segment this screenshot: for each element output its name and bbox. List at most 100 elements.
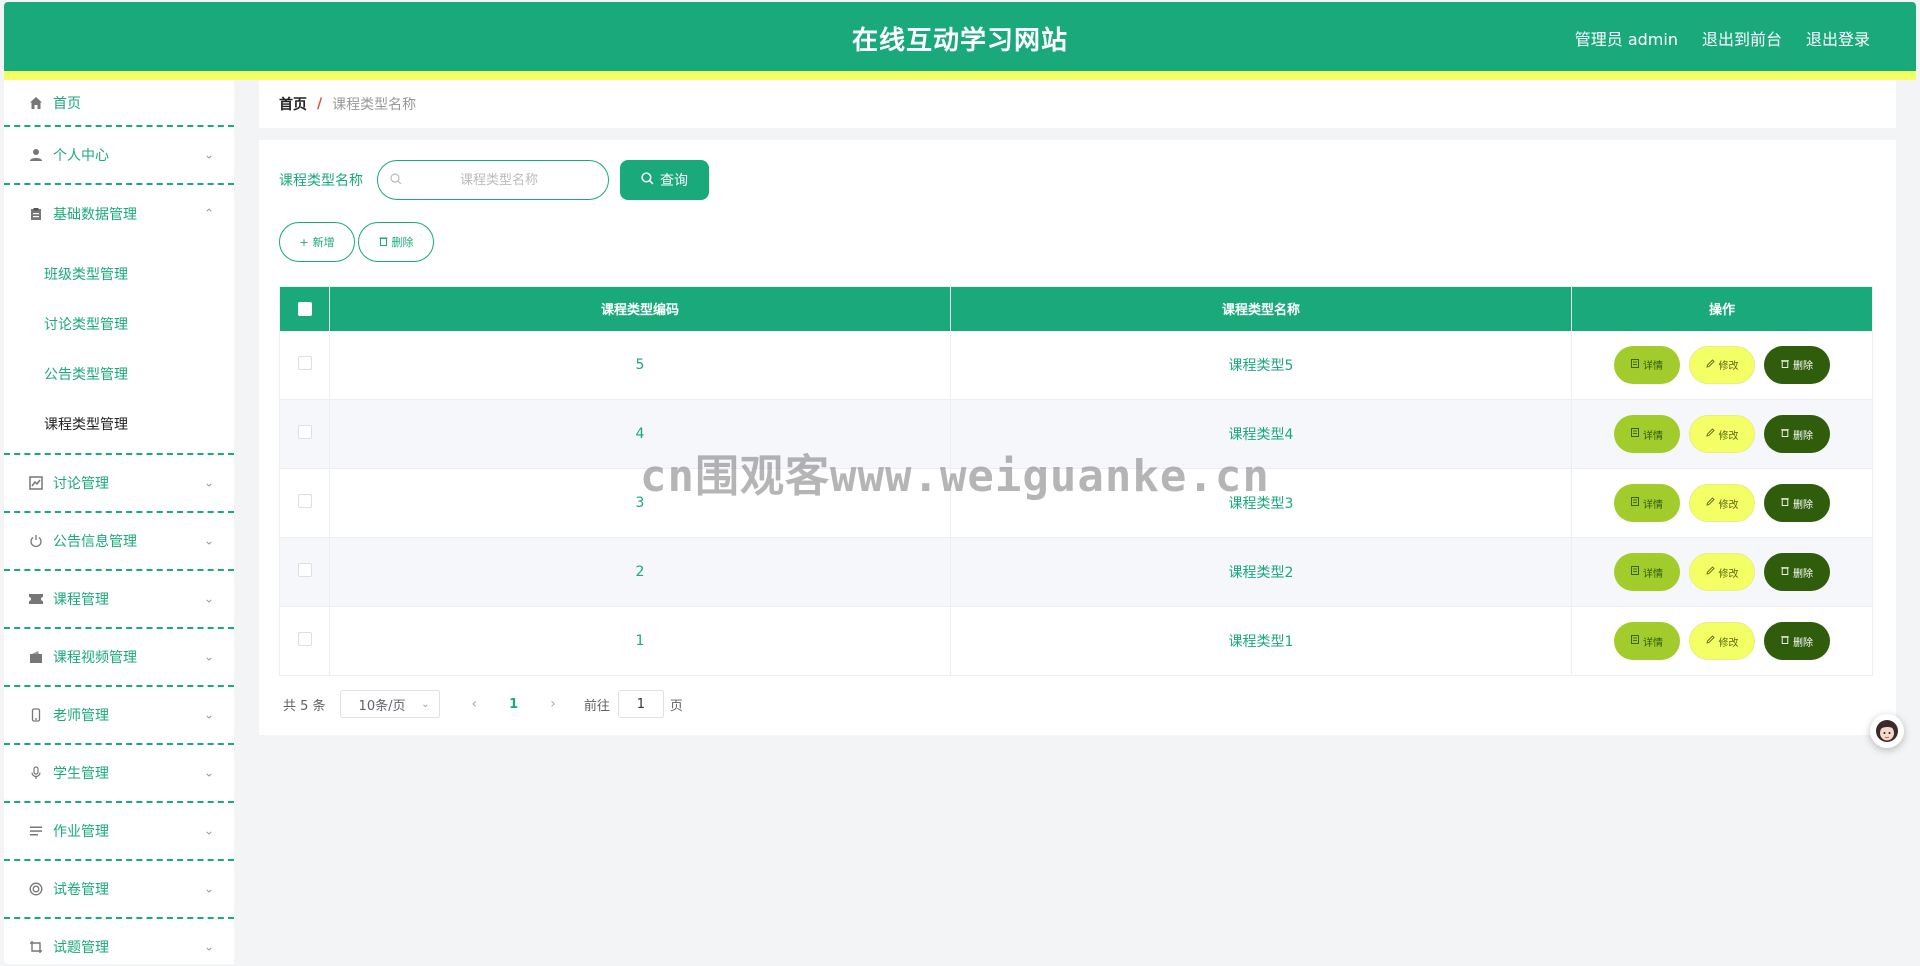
next-page-button[interactable]: › xyxy=(540,696,566,712)
header-course-type-name[interactable]: 课程类型名称 xyxy=(950,286,1572,331)
delete-button-label: 删除 xyxy=(1793,499,1813,511)
delete-button[interactable]: 删除 xyxy=(1764,484,1830,522)
query-button[interactable]: 查询 xyxy=(620,160,709,200)
sidebar-item-label: 学生管理 xyxy=(53,766,109,782)
sidebar-item-label: 试卷管理 xyxy=(53,882,109,898)
exit-to-front-link[interactable]: 退出到前台 xyxy=(1702,26,1782,50)
delete-button-label: 删除 xyxy=(1793,430,1813,442)
batch-delete-label: 删除 xyxy=(391,236,414,249)
edit-button[interactable]: 修改 xyxy=(1689,484,1755,522)
cell-operations: 详情 修改 删除 xyxy=(1571,537,1873,607)
logout-link[interactable]: 退出登录 xyxy=(1806,26,1870,50)
row-checkbox[interactable] xyxy=(297,494,312,508)
edit-button[interactable]: 修改 xyxy=(1689,622,1755,660)
detail-button-label: 详情 xyxy=(1643,637,1663,649)
edit-button[interactable]: 修改 xyxy=(1689,345,1755,384)
edit-button-label: 修改 xyxy=(1718,430,1739,442)
add-button[interactable]: + 新增 xyxy=(279,222,355,262)
row-actions: 详情 修改 删除 xyxy=(1572,345,1872,384)
batch-delete-button[interactable]: 删除 xyxy=(358,222,434,262)
row-checkbox[interactable] xyxy=(297,425,312,439)
current-user: 管理员 admin xyxy=(1574,30,1678,49)
sidebar-item-notice[interactable]: 公告信息管理 ⌄ xyxy=(4,513,234,571)
pencil-icon xyxy=(1705,497,1715,509)
sidebar-item-home[interactable]: 首页 xyxy=(4,80,234,127)
query-button-label: 查询 xyxy=(660,173,688,189)
sidebar-item-teacher[interactable]: 老师管理 ⌄ xyxy=(4,687,234,745)
cell-operations: 详情 修改 删除 xyxy=(1571,399,1873,469)
row-checkbox[interactable] xyxy=(297,632,312,646)
phone-icon xyxy=(28,707,44,723)
sidebar-item-basic-data[interactable]: 基础数据管理 ⌃ xyxy=(4,185,234,243)
page-size-select[interactable]: 10条/页 ⌄ xyxy=(339,690,440,718)
edit-button-label: 修改 xyxy=(1718,499,1739,511)
goto-page-input[interactable] xyxy=(617,690,664,718)
sidebar-item-course-type[interactable]: 课程类型管理 xyxy=(4,399,234,449)
sidebar-item-course[interactable]: 课程管理 ⌄ xyxy=(4,571,234,629)
home-icon xyxy=(28,95,44,111)
cell-operations: 详情 修改 删除 xyxy=(1571,330,1873,400)
search-input[interactable] xyxy=(404,162,594,198)
header-course-type-code[interactable]: 课程类型编码 xyxy=(329,286,951,331)
sidebar-item-exam-paper[interactable]: 试卷管理 ⌄ xyxy=(4,861,234,919)
row-check-cell xyxy=(279,606,330,676)
delete-button[interactable]: 删除 xyxy=(1764,415,1830,453)
detail-button[interactable]: 详情 xyxy=(1614,345,1680,384)
sidebar-item-label: 首页 xyxy=(53,95,81,112)
delete-button[interactable]: 删除 xyxy=(1764,553,1830,591)
detail-button[interactable]: 详情 xyxy=(1614,622,1680,660)
assistant-avatar[interactable] xyxy=(1870,714,1904,748)
delete-button-label: 删除 xyxy=(1793,361,1813,373)
detail-button-label: 详情 xyxy=(1643,430,1663,442)
cell-course-type-name: 课程类型5 xyxy=(950,330,1572,400)
page-number-current[interactable]: 1 xyxy=(487,697,540,712)
select-all-checkbox[interactable] xyxy=(297,301,312,316)
ticket-icon xyxy=(28,591,44,607)
row-checkbox[interactable] xyxy=(297,355,312,370)
row-actions: 详情 修改 删除 xyxy=(1572,622,1872,660)
sidebar-item-discussion[interactable]: 讨论管理 ⌄ xyxy=(4,455,234,513)
sidebar-item-label: 作业管理 xyxy=(53,824,109,840)
pencil-icon xyxy=(1705,566,1715,578)
row-checkbox[interactable] xyxy=(297,563,312,577)
sidebar-item-discussion-type[interactable]: 讨论类型管理 xyxy=(4,299,234,349)
chevron-up-icon: ⌃ xyxy=(203,206,214,221)
detail-button-label: 详情 xyxy=(1643,499,1663,511)
top-bar: 在线互动学习网站 管理员 admin 退出到前台 退出登录 xyxy=(4,2,1916,71)
detail-button[interactable]: 详情 xyxy=(1614,484,1680,522)
sidebar-item-homework[interactable]: 作业管理 ⌄ xyxy=(4,803,234,861)
table-row: 3 课程类型3 详情 修改 删除 xyxy=(279,468,1873,538)
page-unit-label: 页 xyxy=(669,698,683,714)
document-icon xyxy=(1631,428,1639,440)
prev-page-button[interactable]: ‹ xyxy=(462,696,488,712)
top-links: 管理员 admin 退出到前台 退出登录 xyxy=(1575,26,1870,50)
power-icon xyxy=(28,533,44,549)
chevron-down-icon: ⌄ xyxy=(203,475,214,490)
delete-button[interactable]: 删除 xyxy=(1764,345,1830,384)
breadcrumb-home[interactable]: 首页 xyxy=(279,94,307,114)
cell-course-type-name: 课程类型2 xyxy=(950,537,1572,607)
cell-course-type-code: 5 xyxy=(329,330,951,400)
edit-button-label: 修改 xyxy=(1718,637,1739,649)
detail-button[interactable]: 详情 xyxy=(1614,415,1680,453)
sidebar-item-personal[interactable]: 个人中心 ⌄ xyxy=(4,127,234,185)
edit-button[interactable]: 修改 xyxy=(1689,553,1755,591)
sidebar-item-student[interactable]: 学生管理 ⌄ xyxy=(4,745,234,803)
chevron-down-icon: ⌄ xyxy=(203,591,214,606)
table-row: 1 课程类型1 详情 修改 删除 xyxy=(279,606,1873,676)
row-actions: 详情 修改 删除 xyxy=(1572,484,1872,522)
trash-icon xyxy=(1781,497,1789,509)
detail-button[interactable]: 详情 xyxy=(1614,553,1680,591)
pencil-icon xyxy=(1705,635,1715,647)
sidebar-item-class-type[interactable]: 班级类型管理 xyxy=(4,249,234,299)
pencil-icon xyxy=(1705,428,1715,440)
edit-button[interactable]: 修改 xyxy=(1689,415,1755,453)
row-check-cell xyxy=(279,537,330,607)
sidebar-item-question[interactable]: 试题管理 ⌄ xyxy=(4,919,234,964)
sidebar-item-notice-type[interactable]: 公告类型管理 xyxy=(4,349,234,399)
sidebar-item-course-video[interactable]: 课程视频管理 ⌄ xyxy=(4,629,234,687)
chevron-down-icon: ⌄ xyxy=(203,147,214,162)
add-button-label: 新增 xyxy=(312,236,335,249)
delete-button[interactable]: 删除 xyxy=(1764,622,1830,660)
chevron-down-icon: ⌄ xyxy=(203,939,214,954)
